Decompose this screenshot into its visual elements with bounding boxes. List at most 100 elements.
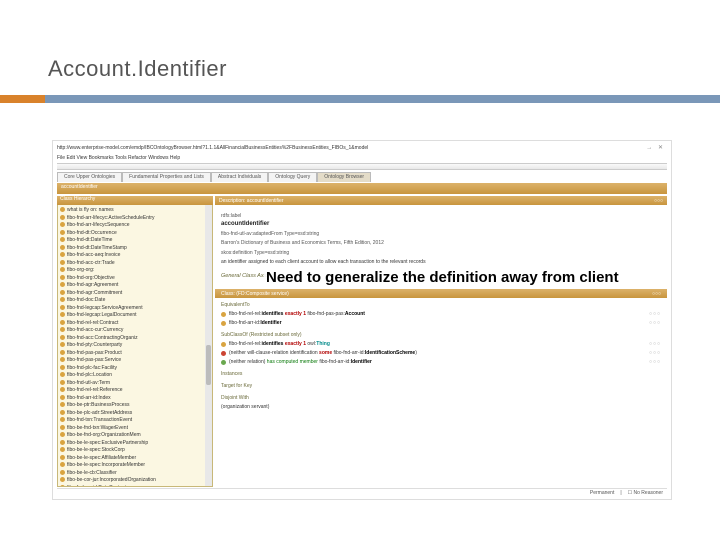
tree-item-label: fibo-fnd-utl-av:Term [67, 380, 110, 386]
class-icon [60, 462, 65, 467]
class-icon [60, 290, 65, 295]
tree-item[interactable]: fibo-be-fnd-txn:WagerEvent [60, 425, 210, 433]
tree-item[interactable]: fibo-fnd-legcap:LegalDocument [60, 312, 210, 320]
tree-item-label: fibo-fnd-pas-pas:Product [67, 350, 122, 356]
class-icon [60, 237, 65, 242]
class-icon [60, 350, 65, 355]
tree-item-label: fibo-fnd-dt:DateTimeStamp [67, 245, 127, 251]
tree-item[interactable]: fibo-be-ptr:BusinessProcess [60, 402, 210, 410]
scrollbar-thumb[interactable] [206, 345, 211, 385]
status-permanent: Permanent [590, 490, 614, 496]
row-action-icons[interactable]: ○○○ [649, 359, 661, 365]
tab-4[interactable]: Ontology Browser [317, 172, 371, 182]
tree-item[interactable]: fibo-fnd-utl-av:Term [60, 380, 210, 388]
tree-item[interactable]: fibo-fnd-acc-aeq:Invoice [60, 252, 210, 260]
class-icon [60, 395, 65, 400]
tree-item[interactable]: fibo-fnd-agr:Commitment [60, 290, 210, 298]
tab-0[interactable]: Core Upper Ontologies [57, 172, 122, 182]
tree-item[interactable]: fibo-be-le-spec:ExclusivePartnership [60, 440, 210, 448]
tree-item-label: fibo-be-fnd-txn:WagerEvent [67, 425, 128, 431]
equiv-row: fibo-fnd-arr-id:Identifier○○○ [221, 320, 661, 326]
status-reasoner: ☐ No Reasoner [628, 490, 663, 496]
tree-item[interactable]: fibo-fnd-txn:TransactionEvent [60, 417, 210, 425]
disjoint-text: (organization servant) [221, 404, 269, 410]
detail-panel: Description: accountIdentifier ○○○ rdfs:… [215, 196, 667, 487]
tree-item-label: fibo-be-cor-jur:IncorporatedOrganization [67, 477, 156, 483]
tree-item-label: fibo-fnd-pas-pas:Service [67, 357, 121, 363]
tree-item[interactable]: fibo-fnd-rel-rel:Contract [60, 320, 210, 328]
tree-item[interactable]: fibo-be-le-cb:Classifier [60, 470, 210, 478]
tree-item[interactable]: fibo-fnd-acc-ctr:Trade [60, 260, 210, 268]
tree-item[interactable]: what is fly on: names [60, 207, 210, 215]
composite-subheader-icons[interactable]: ○○○ [652, 291, 661, 297]
class-icon [60, 432, 65, 437]
tree-item[interactable]: fibo-fnd-agr:Agreement [60, 282, 210, 290]
accent-blue [45, 95, 720, 103]
disjoint-row: (organization servant) [221, 404, 661, 410]
tree-item-label: fibo-fnd-arr-lifecycSequence [67, 222, 130, 228]
tree-item[interactable]: fibo-fnd-doc:Date [60, 297, 210, 305]
class-tree[interactable]: what is fly on: namesfibo-fnd-arr-lifecy… [57, 205, 213, 487]
tree-scrollbar[interactable] [205, 205, 212, 486]
address-bar[interactable]: http://www.enterprise-model.com/emdp/IBC… [57, 145, 667, 153]
tree-item[interactable]: fibo-fnd-acc-cur:Currency [60, 327, 210, 335]
tree-item[interactable]: fibo-fnd-rel-rel:Reference [60, 387, 210, 395]
tree-item[interactable]: fibo-fnd-plc-fac:Facility [60, 365, 210, 373]
tree-header: Class Hierarchy [57, 196, 213, 205]
tree-item[interactable]: fibo-be-fnd-org:OrganizationMem [60, 432, 210, 440]
class-icon [60, 297, 65, 302]
subclass-row: (neither will-clause-relation identifica… [221, 350, 661, 356]
toolbar[interactable] [57, 163, 667, 170]
equiv-row: fibo-fnd-rel-rel:identifies exactly 1 fi… [221, 311, 661, 317]
menu-bar[interactable]: File Edit View Bookmarks Tools Refactor … [57, 155, 180, 161]
tree-item[interactable]: fibo-fnd-plc:Location [60, 372, 210, 380]
tree-item[interactable]: fibo-fnd-pas-pas:Service [60, 357, 210, 365]
row-action-icons[interactable]: ○○○ [649, 350, 661, 356]
tree-item[interactable]: fibo-be-plc-adr:StreetAddress [60, 410, 210, 418]
composite-subheader: Class: (FD:Composite service) ○○○ [215, 289, 667, 298]
tree-item[interactable]: fibo-fnd-acc:ContractingOrganiz [60, 335, 210, 343]
panel-header-icons[interactable]: ○○○ [654, 198, 663, 204]
class-icon [60, 372, 65, 377]
tree-item[interactable]: fibo-fnd-pas-pas:Product [60, 350, 210, 358]
class-icon [60, 402, 65, 407]
tree-item[interactable]: fibo-be-cor-jur:IncorporatedOrganization [60, 477, 210, 485]
tree-item[interactable]: fibo-fnd-arr-id:DateContent [60, 485, 210, 488]
slide-title: Account.Identifier [48, 56, 227, 82]
tree-item[interactable]: fibo-fnd-dt:Occurrence [60, 230, 210, 238]
tree-item[interactable]: fibo-fnd-dt:DateTimeStamp [60, 245, 210, 253]
tree-item[interactable]: fibo-fnd-pty:Counterparty [60, 342, 210, 350]
bullet-icon [221, 321, 226, 326]
tree-item-label: fibo-fnd-legcap:LegalDocument [67, 312, 137, 318]
tree-item[interactable]: fibo-be-le-spec:IncorporateMember [60, 462, 210, 470]
tree-item[interactable]: fibo-fnd-legcap:ServiceAgreement [60, 305, 210, 313]
subclass-text: fibo-fnd-rel-rel:identifies exactly 1 ow… [229, 341, 330, 347]
class-icon [60, 342, 65, 347]
tree-item-label: fibo-be-le-spec:IncorporateMember [67, 462, 145, 468]
tree-item[interactable]: fibo-fnd-org:Objective [60, 275, 210, 283]
tree-item[interactable]: fibo-fnd-arr-lifecycSequence [60, 222, 210, 230]
tree-item[interactable]: fibo-be-le-spec:StockCorp [60, 447, 210, 455]
tree-item[interactable]: fibo-fnd-arr-id:Index [60, 395, 210, 403]
row-action-icons[interactable]: ○○○ [649, 320, 661, 326]
tab-3[interactable]: Ontology Query [268, 172, 317, 182]
class-icon [60, 267, 65, 272]
class-icon [60, 417, 65, 422]
class-icon [60, 312, 65, 317]
tree-item[interactable]: fibo-be-le-spec:AffiliateMember [60, 455, 210, 463]
row-action-icons[interactable]: ○○○ [649, 341, 661, 347]
class-icon [60, 305, 65, 310]
tree-item-label: fibo-be-le-spec:AffiliateMember [67, 455, 136, 461]
label-value: accountIdentifier [221, 221, 661, 227]
tab-2[interactable]: Abstract Individuals [211, 172, 268, 182]
row-action-icons[interactable]: ○○○ [649, 311, 661, 317]
tree-item[interactable]: fibo-fnd-dt:DateTime [60, 237, 210, 245]
address-controls[interactable]: → ✕ [646, 144, 665, 151]
tree-item-label: fibo-fnd-dt:DateTime [67, 237, 112, 243]
tree-item-label: fibo-fnd-arr-id:Index [67, 395, 111, 401]
tree-item[interactable]: fibo-fnd-arr-lifecyc:ActiveScheduleEntry [60, 215, 210, 223]
class-icon [60, 222, 65, 227]
tab-1[interactable]: Fundamental Properties and Lists [122, 172, 211, 182]
adaptedfrom-caption: fibo-fnd-utl-av:adaptedFrom Type=xsd:str… [221, 231, 661, 237]
tree-item[interactable]: fibo-org-org: [60, 267, 210, 275]
